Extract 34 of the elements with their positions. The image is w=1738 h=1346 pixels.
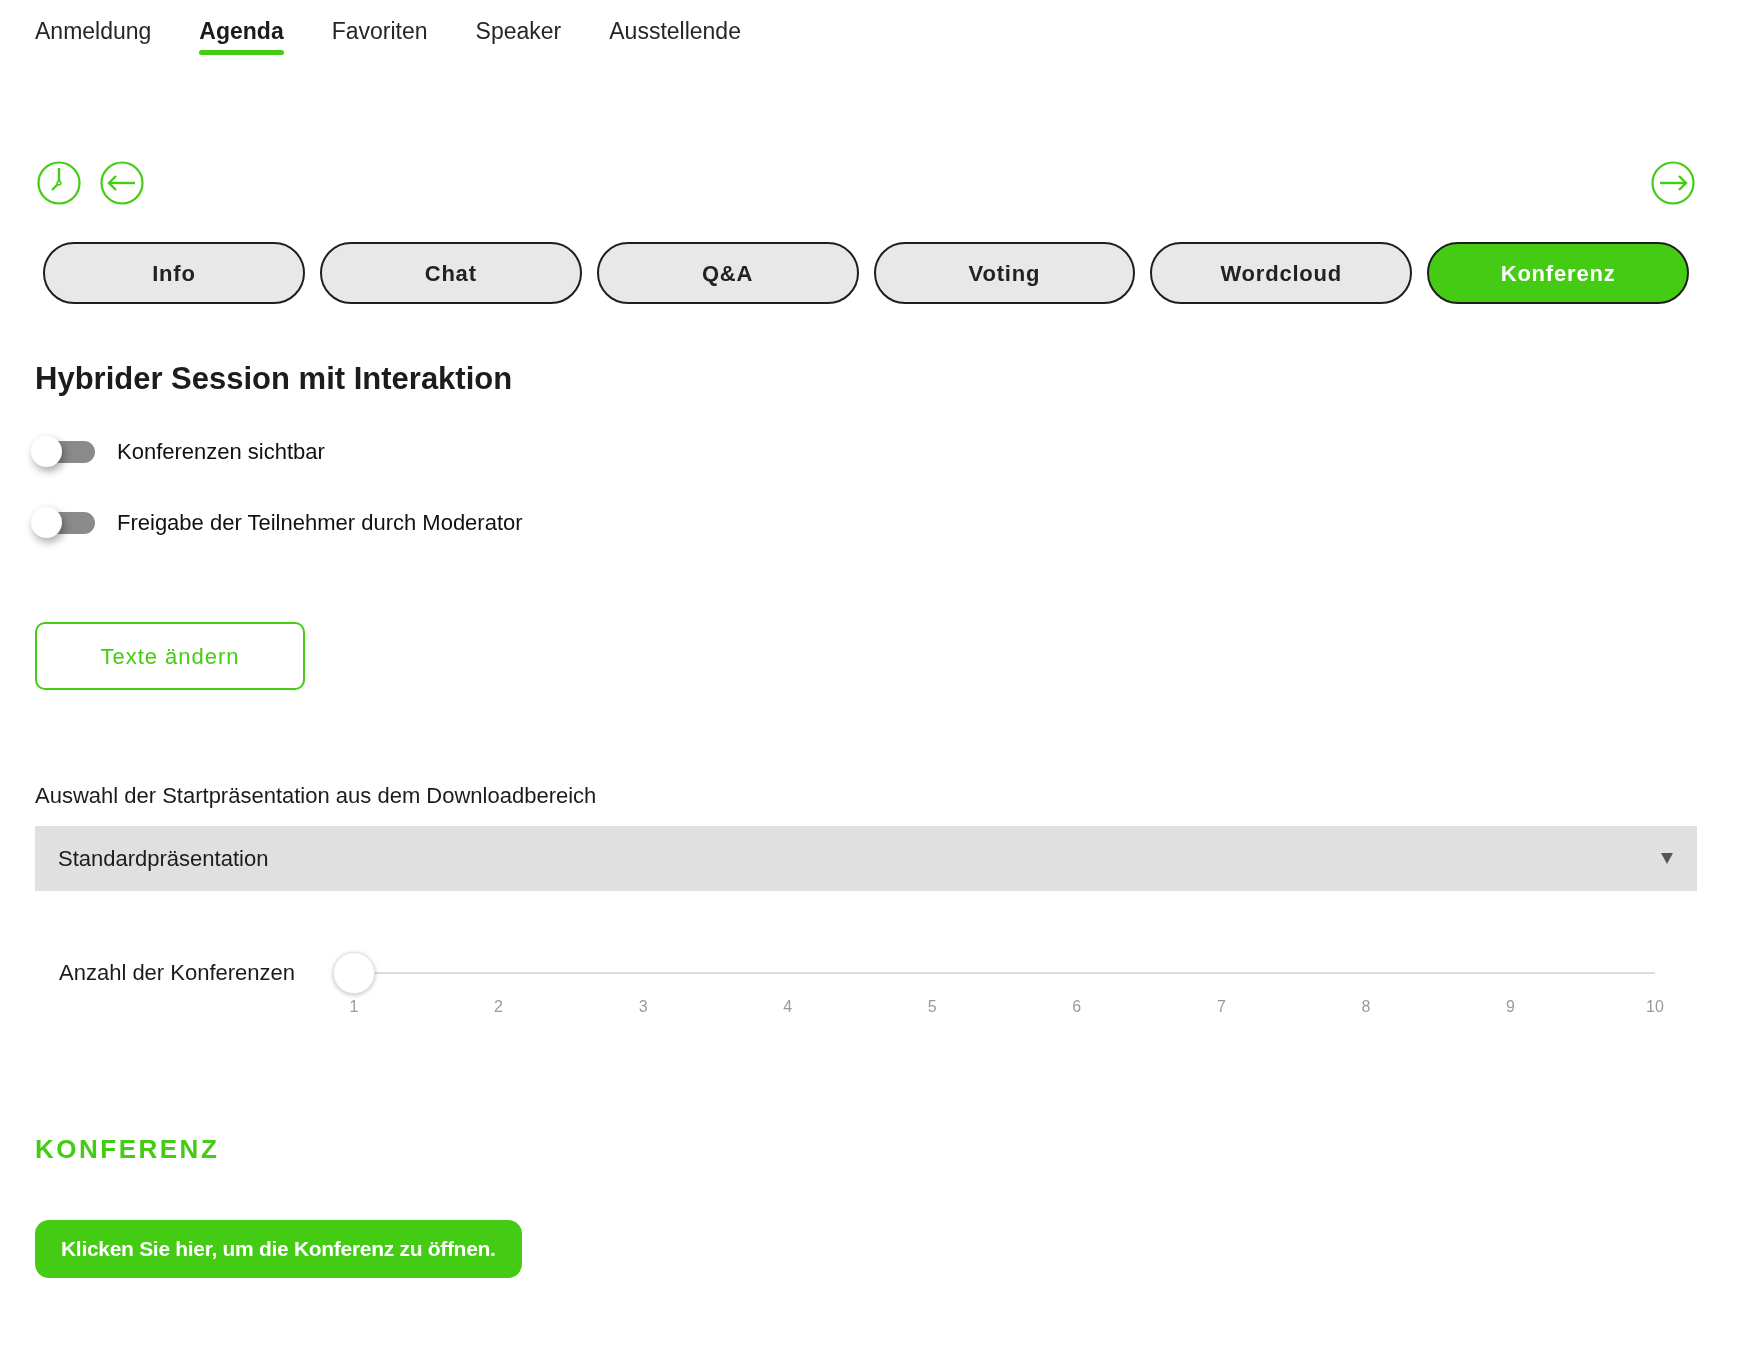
slider-thumb[interactable] [333,952,375,994]
circled-left-arrow-icon[interactable] [100,161,144,205]
toggle-switch[interactable] [31,507,95,539]
caret-down-icon [1661,853,1673,864]
select-label: Auswahl der Startpräsentation aus dem Downloadbereich [35,782,598,810]
nav-tab[interactable]: Favoriten [324,17,435,55]
session-tab[interactable]: Info [43,242,305,304]
slider-label: Anzahl der Konferenzen [59,959,297,987]
session-tab[interactable]: Wordcloud [1150,242,1413,304]
session-tab[interactable]: Voting [873,242,1136,304]
toggle-label: Konferenzen sichtbar [117,438,325,466]
nav-tab[interactable]: Anmeldung [28,17,159,55]
session-tab[interactable]: Chat [319,242,582,304]
slider-tick-label: 4 [783,997,793,1017]
nav-tab[interactable]: Ausstellende [602,17,748,55]
toggle-label: Freigabe der Teilnehmer durch Moderator [117,509,523,537]
slider-tick-label: 5 [927,997,937,1017]
slider-tick-label: 1 [349,997,359,1017]
session-title: Hybrider Session mit Interaktion [35,360,514,398]
circled-right-arrow-icon[interactable] [1651,161,1695,205]
slider-tick-label: 10 [1646,997,1664,1017]
slider-tick-label: 3 [638,997,648,1017]
presentation-select[interactable]: Standardpräsentation [35,826,1697,891]
slider-tick-label: 8 [1361,997,1371,1017]
nav-tab[interactable]: Speaker [468,17,569,55]
clock-icon[interactable] [37,161,81,205]
toggle-switch[interactable] [31,436,95,468]
session-tab[interactable]: Q&A [596,242,859,304]
slider-tick-label: 2 [494,997,503,1017]
slider-tick-label: 6 [1072,997,1082,1017]
nav-tab[interactable]: Agenda [192,17,291,55]
slider-tick-label: 7 [1216,997,1226,1017]
section-heading: KONFERENZ [35,1133,221,1165]
slider-tick-label: 9 [1506,997,1515,1017]
